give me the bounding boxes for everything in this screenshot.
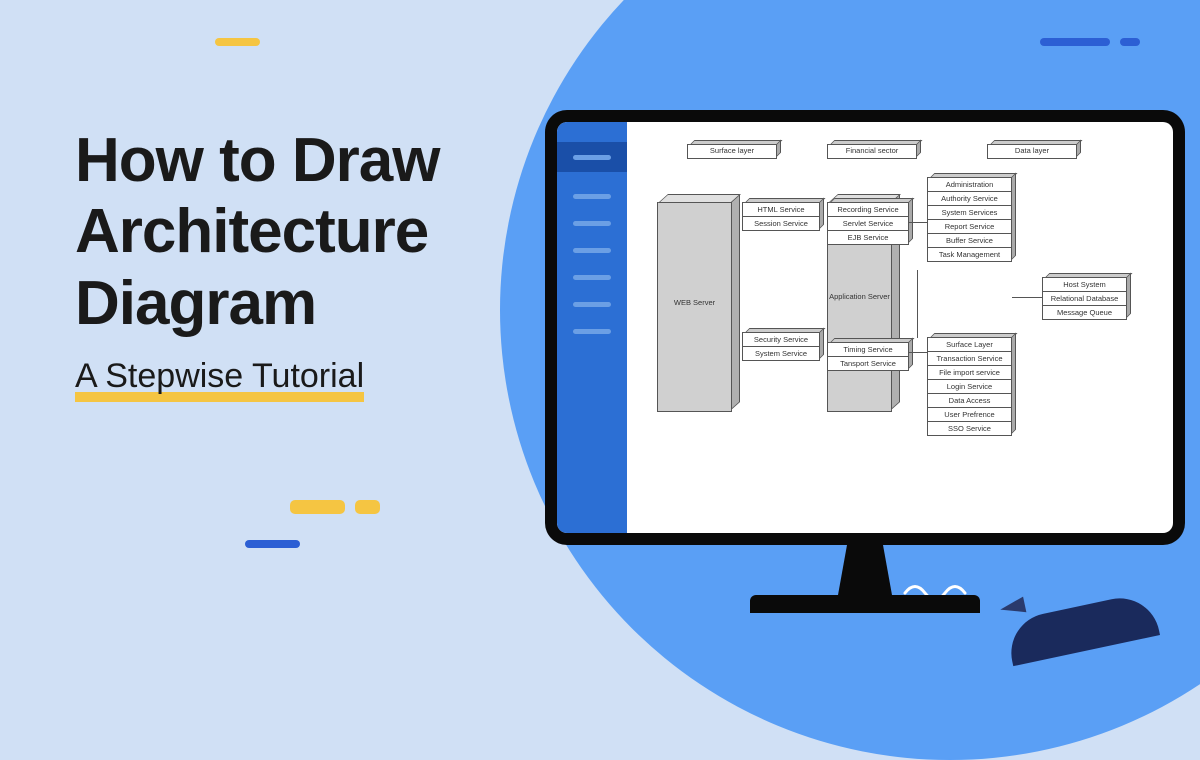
service-item: Administration	[928, 178, 1011, 192]
decoration-dash	[245, 540, 300, 548]
sidebar-item	[573, 329, 611, 334]
service-stack: Security Service System Service	[742, 332, 820, 361]
title-line: Architecture	[75, 197, 428, 266]
layer-box: Surface layer	[687, 144, 777, 159]
layer-label: Data layer	[988, 145, 1076, 157]
service-item: Relational Database	[1043, 292, 1126, 306]
service-item: Timing Service	[828, 343, 908, 357]
title-block: How to Draw Architecture Diagram A Stepw…	[75, 125, 439, 396]
block-label: Application Server	[828, 293, 891, 301]
decoration-dash	[355, 500, 380, 514]
service-item: System Services	[928, 206, 1011, 220]
service-item: SSO Service	[928, 422, 1011, 435]
service-item: Data Access	[928, 394, 1011, 408]
monitor-frame: Surface layer Financial sector Data laye…	[545, 110, 1185, 545]
subtitle: A Stepwise Tutorial	[75, 357, 364, 396]
decoration-dash	[215, 38, 260, 46]
service-item: System Service	[743, 347, 819, 360]
service-stack: Surface Layer Transaction Service File i…	[927, 337, 1012, 436]
service-item: Transaction Service	[928, 352, 1011, 366]
service-item: Message Queue	[1043, 306, 1126, 319]
app-sidebar	[557, 122, 627, 533]
service-stack: Timing Service Tansport Service	[827, 342, 909, 371]
service-stack: Recording Service Servlet Service EJB Se…	[827, 202, 909, 245]
monitor-screen: Surface layer Financial sector Data laye…	[557, 122, 1173, 533]
title-line: How to Draw	[75, 126, 439, 195]
service-item: Authority Service	[928, 192, 1011, 206]
layer-box: Financial sector	[827, 144, 917, 159]
monitor-stand	[820, 545, 910, 595]
title-line: Diagram	[75, 269, 316, 338]
sidebar-item	[573, 221, 611, 226]
sidebar-item	[573, 302, 611, 307]
service-item: Surface Layer	[928, 338, 1011, 352]
layer-label: Financial sector	[828, 145, 916, 157]
diagram-canvas: Surface layer Financial sector Data laye…	[627, 122, 1173, 533]
decoration-dash	[1120, 38, 1140, 46]
connector-line	[909, 222, 927, 223]
sidebar-item	[573, 194, 611, 199]
service-stack: HTML Service Session Service	[742, 202, 820, 231]
service-stack: Host System Relational Database Message …	[1042, 277, 1127, 320]
service-item: Login Service	[928, 380, 1011, 394]
monitor-base	[750, 595, 980, 613]
connector-line	[917, 270, 918, 338]
monitor-illustration: Surface layer Financial sector Data laye…	[545, 110, 1185, 613]
service-item: User Prefrence	[928, 408, 1011, 422]
web-server-block: WEB Server	[657, 202, 732, 412]
layer-label: Surface layer	[688, 145, 776, 157]
decoration-dash	[1040, 38, 1110, 46]
service-item: Report Service	[928, 220, 1011, 234]
main-title: How to Draw Architecture Diagram	[75, 125, 439, 339]
service-item: Task Management	[928, 248, 1011, 261]
service-item: File import service	[928, 366, 1011, 380]
service-item: Session Service	[743, 217, 819, 230]
sidebar-item	[573, 248, 611, 253]
block-label: WEB Server	[658, 298, 731, 307]
sidebar-item-active	[557, 142, 627, 172]
service-item: Security Service	[743, 333, 819, 347]
connector-line	[909, 352, 927, 353]
service-item: Recording Service	[828, 203, 908, 217]
service-item: Tansport Service	[828, 357, 908, 370]
service-item: Buffer Service	[928, 234, 1011, 248]
service-item: HTML Service	[743, 203, 819, 217]
service-item: Host System	[1043, 278, 1126, 292]
sidebar-item	[573, 275, 611, 280]
service-item: EJB Service	[828, 231, 908, 244]
decoration-dash	[290, 500, 345, 514]
connector-line	[1012, 297, 1042, 298]
service-stack: Administration Authority Service System …	[927, 177, 1012, 262]
layer-box: Data layer	[987, 144, 1077, 159]
service-item: Servlet Service	[828, 217, 908, 231]
